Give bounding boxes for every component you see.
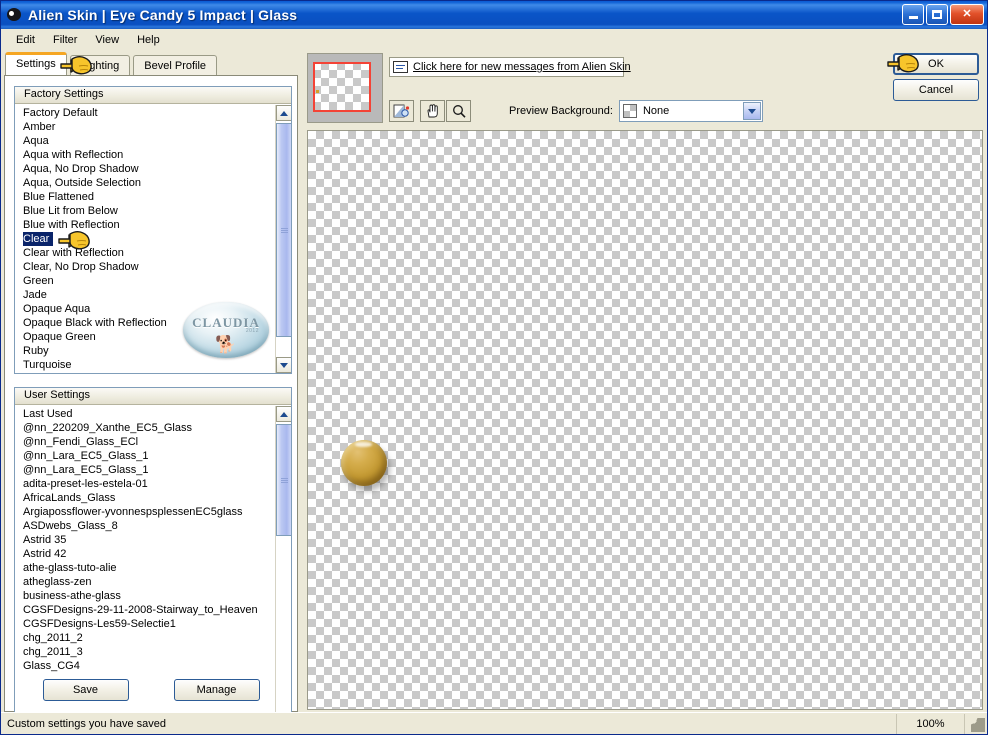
tabstrip: Settings Lighting Bevel Profile [5,52,220,75]
thumbnail-checkerboard [313,62,371,112]
user-setting-item[interactable]: CGSFDesigns-Les59-Selectie1 [15,617,275,631]
titlebar: Alien Skin | Eye Candy 5 Impact | Glass … [1,1,987,29]
close-icon[interactable]: ✕ [950,4,984,25]
user-setting-item[interactable]: @nn_Fendi_Glass_ECl [15,435,275,449]
user-setting-item[interactable]: Astrid 42 [15,547,275,561]
ok-button[interactable]: OK [893,53,979,75]
user-setting-item[interactable]: @nn_Lara_EC5_Glass_1 [15,449,275,463]
menubar: Edit Filter View Help [1,29,987,51]
user-setting-item[interactable]: Argiapossflower-yvonnespsplessenEC5glass [15,505,275,519]
user-setting-item[interactable]: atheglass-zen [15,575,275,589]
statusbar: Custom settings you have saved 100% [1,712,987,734]
hand-pan-icon[interactable] [420,100,445,122]
scroll-up-icon[interactable] [276,406,291,422]
factory-setting-item[interactable]: Blue Lit from Below [15,204,275,218]
app-window: Alien Skin | Eye Candy 5 Impact | Glass … [0,0,988,735]
factory-setting-item[interactable]: Ruby [15,344,275,358]
user-setting-item[interactable]: @nn_220209_Xanthe_EC5_Glass [15,421,275,435]
user-scroll-track[interactable] [276,422,291,721]
preview-background-value: None [642,105,670,117]
chevron-down-icon[interactable] [742,102,761,120]
menu-item-view[interactable]: View [86,32,128,48]
factory-settings-listbox[interactable]: Factory Settings Factory Default Amber Aqu… [14,86,292,374]
thumbnail-object-dot [316,90,319,93]
user-setting-item[interactable]: Astrid 35 [15,533,275,547]
message-link-label[interactable]: Click here for new messages from Alien S… [413,61,631,73]
factory-setting-item[interactable]: Turquoise [15,358,275,372]
preview-background-label: Preview Background: [509,105,613,117]
factory-setting-item[interactable]: Opaque Black with Reflection [15,316,275,330]
user-setting-item[interactable]: chg_2011_3 [15,645,275,659]
factory-setting-item[interactable]: Amber [15,120,275,134]
factory-scrollbar[interactable] [275,105,291,373]
user-setting-item[interactable]: @nn_Lara_EC5_Glass_1 [15,463,275,477]
factory-setting-item[interactable]: Blue with Reflection [15,218,275,232]
factory-setting-item[interactable]: Aqua, Outside Selection [15,176,275,190]
factory-scroll-track[interactable] [276,121,291,357]
factory-setting-item[interactable]: Aqua with Reflection [15,148,275,162]
factory-setting-item[interactable]: Blue Flattened [15,190,275,204]
factory-setting-item[interactable]: Jade [15,288,275,302]
factory-setting-item[interactable]: Factory Default [15,106,275,120]
preview-toolbar [389,100,472,122]
status-message: Custom settings you have saved [1,713,897,734]
window-controls: ✕ [902,4,984,25]
status-zoom-level: 100% [897,713,965,734]
user-setting-item[interactable]: adita-preset-les-estela-01 [15,477,275,491]
tab-bevel-profile[interactable]: Bevel Profile [133,55,218,75]
save-button[interactable]: Save [42,679,129,701]
factory-setting-item[interactable]: Opaque Green [15,330,275,344]
maximize-icon[interactable] [926,4,948,25]
factory-setting-item[interactable]: Green [15,274,275,288]
factory-settings-header: Factory Settings [15,87,291,104]
window-title: Alien Skin | Eye Candy 5 Impact | Glass [28,7,298,23]
user-setting-item[interactable]: ASDwebs_Glass_8 [15,519,275,533]
user-setting-item[interactable]: athe-glass-tuto-alie [15,561,275,575]
factory-setting-item[interactable]: Aqua [15,134,275,148]
tab-lighting[interactable]: Lighting [69,55,131,75]
thumbnail-preview[interactable] [307,53,383,123]
user-setting-item[interactable]: business-athe-glass [15,589,275,603]
envelope-message-icon [393,61,408,73]
tab-settings[interactable]: Settings [5,52,67,75]
factory-setting-item[interactable]: Clear, No Drop Shadow [15,260,275,274]
before-after-icon[interactable] [389,100,414,122]
scroll-up-icon[interactable] [276,105,291,121]
factory-settings-items[interactable]: Factory Default Amber Aqua Aqua with Reflec… [15,105,275,373]
user-setting-item[interactable]: Glass_CG4 [15,659,275,673]
minimize-icon[interactable] [902,4,924,25]
factory-setting-item[interactable]: Clear with Reflection [15,246,275,260]
user-setting-item[interactable]: Last Used [15,407,275,421]
factory-scroll-thumb[interactable] [276,123,291,337]
user-setting-item[interactable]: CGSFDesigns-29-11-2008-Stairway_to_Heave… [15,603,275,617]
menu-item-help[interactable]: Help [128,32,169,48]
scroll-down-icon[interactable] [276,357,291,373]
dialog-actions: OK Cancel [893,53,979,101]
magnifier-zoom-icon[interactable] [446,100,471,122]
manage-button[interactable]: Manage [173,679,260,701]
glass-sphere-object [341,440,387,486]
user-settings-header: User Settings [15,388,291,405]
cancel-button[interactable]: Cancel [893,79,979,101]
menu-item-edit[interactable]: Edit [7,32,44,48]
alien-skin-message-bar[interactable]: Click here for new messages from Alien S… [389,57,631,77]
menu-item-filter[interactable]: Filter [44,32,86,48]
settings-panel: Factory Settings Factory Default Amber Aqu… [4,75,298,734]
resize-grip-icon[interactable] [965,714,987,734]
user-setting-item[interactable]: AfricaLands_Glass [15,491,275,505]
user-setting-item[interactable]: chg_2011_2 [15,631,275,645]
alien-head-icon [5,6,23,24]
preview-canvas[interactable] [307,130,983,710]
preview-background-select[interactable]: None [618,100,763,122]
preview-background-swatch [622,104,637,118]
factory-setting-item[interactable]: Aqua, No Drop Shadow [15,162,275,176]
preview-background-control: Preview Background: None [509,100,763,122]
factory-setting-item[interactable]: Opaque Aqua [15,302,275,316]
settings-action-buttons: Save Manage [5,679,297,701]
factory-setting-item[interactable]: Clear [23,232,54,246]
user-scroll-thumb[interactable] [276,424,291,536]
